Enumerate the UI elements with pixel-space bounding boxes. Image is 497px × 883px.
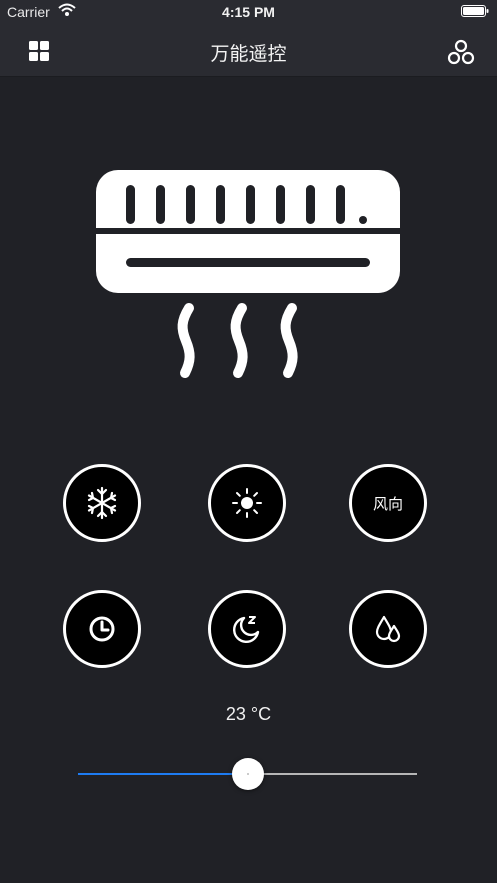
temperature-label: 23 °C [225, 704, 272, 724]
slider-track-filled [78, 773, 248, 775]
heat-mode-button[interactable] [208, 464, 286, 542]
status-time: 4:15 PM [222, 4, 275, 20]
snowflake-icon [87, 486, 117, 520]
temperature-slider[interactable] [78, 756, 417, 792]
moon-sleep-icon [233, 616, 260, 643]
clock-icon [89, 616, 115, 642]
slider-thumb[interactable] [231, 758, 264, 790]
battery-icon [461, 5, 489, 17]
share-button[interactable] [447, 38, 475, 65]
share-nodes-icon [447, 39, 475, 65]
sun-icon [232, 488, 262, 518]
navigation-bar: 万能遥控 [0, 26, 497, 77]
wind-direction-button[interactable]: 风向 [349, 464, 427, 542]
timer-button[interactable] [63, 590, 141, 668]
dehumidify-button[interactable] [349, 590, 427, 668]
cool-mode-button[interactable] [63, 464, 141, 542]
page-title: 万能遥控 [210, 44, 287, 65]
air-conditioner-icon [96, 170, 400, 378]
slider-thumb-dot [246, 773, 249, 775]
wind-direction-label: 风向 [372, 495, 403, 513]
sleep-mode-button[interactable] [208, 590, 286, 668]
water-drops-icon [375, 615, 401, 643]
slider-track-empty [247, 773, 417, 775]
status-bar: Carrier 4:15 PM [0, 0, 497, 26]
